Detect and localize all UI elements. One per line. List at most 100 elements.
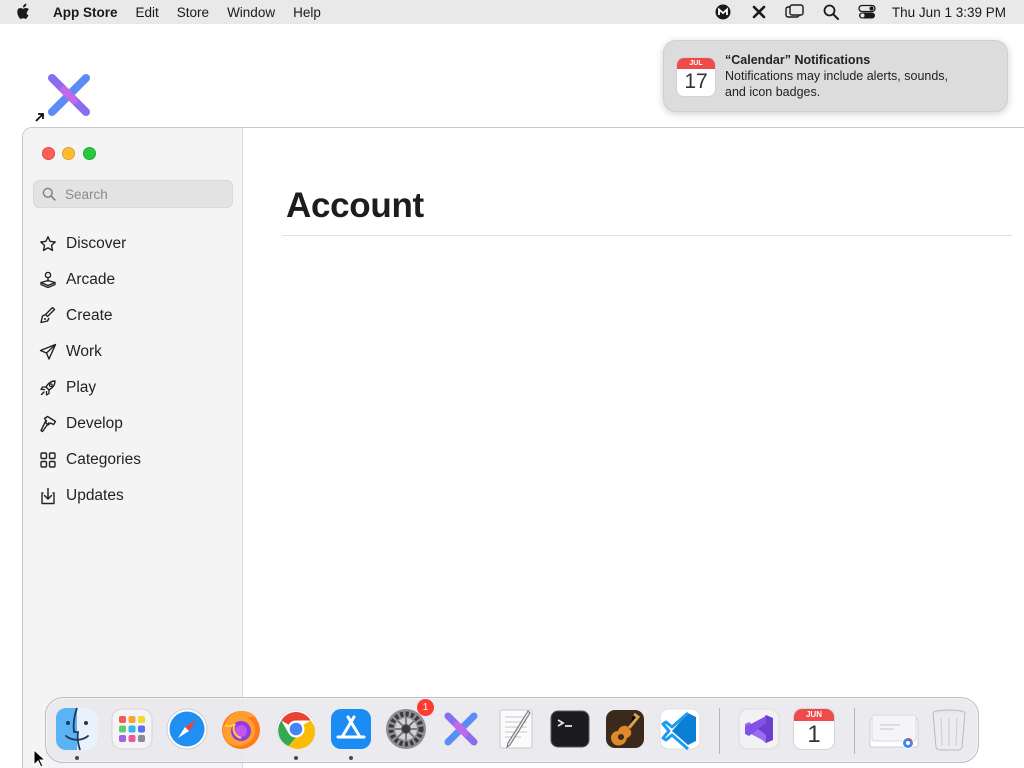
dock-firefox[interactable]: [217, 705, 265, 753]
window-minimize-button[interactable]: [62, 147, 75, 160]
menu-edit[interactable]: Edit: [136, 5, 159, 20]
vscode-icon: [659, 708, 701, 751]
firefox-icon: [222, 711, 260, 749]
launchpad-icon: [111, 708, 153, 750]
sidebar-nav: Discover Arcade Create Work Play Develop…: [23, 226, 243, 514]
sidebar-item-label: Create: [66, 307, 113, 324]
dock-downloads-stack[interactable]: [868, 705, 920, 753]
search-field[interactable]: [33, 180, 233, 208]
sidebar-item-develop[interactable]: Develop: [23, 406, 243, 442]
desktop-app-alias-icon[interactable]: [44, 70, 94, 120]
dock-separator: [719, 708, 720, 754]
trash-icon: [932, 709, 966, 751]
sidebar-item-label: Play: [66, 379, 97, 396]
menu-help[interactable]: Help: [293, 5, 321, 20]
dock-chrome[interactable]: [272, 705, 320, 760]
hammer-icon: [39, 415, 57, 433]
menu-bar: App Store Edit Store Window Help Thu Jun…: [0, 0, 1024, 24]
sidebar-item-label: Work: [66, 343, 102, 360]
running-indicator: [294, 756, 298, 760]
sidebar-item-updates[interactable]: Updates: [23, 478, 243, 514]
safari-icon: [166, 708, 208, 750]
calendar-dock-day: 1: [807, 721, 821, 748]
sidebar-item-arcade[interactable]: Arcade: [23, 262, 243, 298]
sidebar-item-label: Categories: [66, 451, 141, 468]
search-input[interactable]: [65, 186, 225, 202]
control-center-icon[interactable]: [856, 3, 878, 21]
calendar-icon-day: 17: [684, 70, 708, 93]
title-divider: [282, 235, 1012, 236]
sidebar-item-work[interactable]: Work: [23, 334, 243, 370]
paperplane-icon: [39, 343, 57, 361]
menu-window[interactable]: Window: [227, 5, 275, 20]
notification-body-line-2: and icon badges.: [725, 85, 821, 99]
calendar-notification-banner[interactable]: JUL 17 “Calendar” Notifications Notifica…: [663, 40, 1008, 112]
alias-arrow-icon: [34, 110, 46, 122]
running-indicator: [349, 756, 353, 760]
finder-icon: [56, 707, 98, 751]
dock-safari[interactable]: [163, 705, 211, 753]
sidebar: Discover Arcade Create Work: [23, 128, 243, 768]
app-store-icon: [331, 709, 371, 749]
dock-separator: [854, 708, 855, 754]
menu-bar-clock[interactable]: Thu Jun 1 3:39 PM: [892, 5, 1006, 20]
notification-body-line-1: Notifications may include alerts, sounds…: [725, 69, 949, 83]
calendar-dock-icon: JUN 1: [793, 708, 835, 750]
window-zoom-button[interactable]: [83, 147, 96, 160]
sidebar-item-categories[interactable]: Categories: [23, 442, 243, 478]
dock-app-store[interactable]: [327, 705, 375, 760]
updates-icon: [39, 487, 57, 505]
sidebar-item-label: Discover: [66, 235, 127, 252]
grid-icon: [39, 451, 57, 469]
dock-textedit[interactable]: [492, 705, 540, 753]
terminal-icon: [550, 710, 590, 748]
page-title: Account: [286, 186, 424, 225]
screen-mirroring-icon[interactable]: [784, 3, 806, 21]
mouse-cursor-icon: [33, 748, 47, 768]
malwarebytes-status-icon[interactable]: [712, 3, 734, 21]
app-store-window: Discover Arcade Create Work: [22, 127, 1024, 768]
search-icon: [42, 187, 56, 201]
apple-menu-icon[interactable]: [16, 0, 36, 24]
dock-trash[interactable]: [925, 705, 973, 753]
sidebar-item-play[interactable]: Play: [23, 370, 243, 406]
window-close-button[interactable]: [42, 147, 55, 160]
notification-text: “Calendar” Notifications Notifications m…: [725, 52, 948, 100]
sidebar-item-create[interactable]: Create: [23, 298, 243, 334]
dock-calendar[interactable]: JUN 1: [790, 705, 838, 753]
main-content: Account: [244, 128, 1024, 768]
spotlight-search-icon[interactable]: [820, 3, 842, 21]
chrome-icon: [276, 709, 316, 749]
dock-instruments[interactable]: [601, 705, 649, 753]
star-icon: [39, 235, 57, 253]
menu-app-name[interactable]: App Store: [53, 5, 118, 20]
running-indicator: [75, 756, 79, 760]
sidebar-item-label: Updates: [66, 487, 124, 504]
calendar-app-icon: JUL 17: [676, 57, 716, 97]
notification-title: “Calendar” Notifications: [725, 53, 871, 67]
textedit-icon: [499, 709, 533, 749]
downloads-stack-icon: [869, 714, 919, 749]
dock-vscode[interactable]: [656, 705, 704, 753]
notification-badge: 1: [417, 699, 434, 716]
calendar-icon-month: JUL: [677, 58, 715, 69]
calendar-dock-month: JUN: [794, 709, 834, 721]
guitar-icon: [606, 710, 644, 748]
dock-finder[interactable]: [53, 705, 101, 760]
sidebar-item-label: Arcade: [66, 271, 116, 288]
rocket-icon: [39, 379, 57, 397]
paintbrush-icon: [39, 307, 57, 325]
menu-store[interactable]: Store: [177, 5, 209, 20]
dock-x-app[interactable]: [437, 705, 485, 753]
sidebar-item-label: Develop: [66, 415, 123, 432]
dock-terminal[interactable]: [546, 705, 594, 753]
crossover-status-icon[interactable]: [748, 3, 770, 21]
dock-visual-studio[interactable]: [735, 705, 783, 753]
dock-system-settings[interactable]: 1: [382, 699, 434, 753]
sidebar-item-discover[interactable]: Discover: [23, 226, 243, 262]
x-app-icon: [444, 712, 478, 746]
joystick-icon: [39, 271, 57, 289]
dock-launchpad[interactable]: [108, 705, 156, 753]
dock: 1 JUN 1: [45, 697, 979, 763]
visual-studio-icon: [738, 708, 780, 750]
